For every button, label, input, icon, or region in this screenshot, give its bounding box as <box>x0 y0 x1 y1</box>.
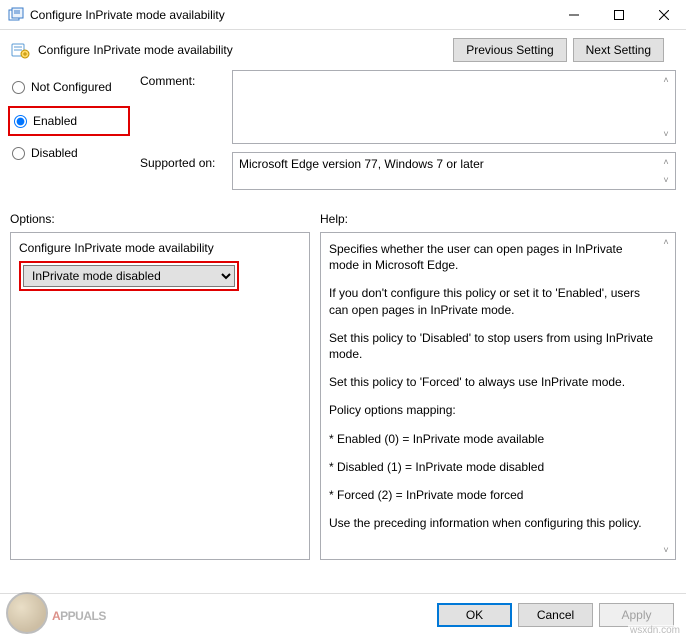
help-text: * Enabled (0) = InPrivate mode available <box>329 431 655 447</box>
apply-button[interactable]: Apply <box>599 603 674 627</box>
radio-disabled-input[interactable] <box>12 147 25 160</box>
inprivate-mode-select[interactable]: InPrivate mode disabled <box>23 265 235 287</box>
radio-enabled-input[interactable] <box>14 115 27 128</box>
scroll-up-icon[interactable]: ˄ <box>658 72 674 88</box>
help-text: If you don't configure this policy or se… <box>329 285 655 317</box>
watermark-avatar <box>6 592 48 634</box>
radio-label: Disabled <box>31 146 78 160</box>
help-text: Use the preceding information when confi… <box>329 515 655 531</box>
radio-not-configured-input[interactable] <box>12 81 25 94</box>
cancel-button[interactable]: Cancel <box>518 603 593 627</box>
scroll-up-icon[interactable]: ˄ <box>658 154 674 170</box>
source-attribution: wsxdn.com <box>628 625 682 636</box>
help-text: Policy options mapping: <box>329 402 655 418</box>
supported-on-box: Microsoft Edge version 77, Windows 7 or … <box>232 152 676 190</box>
help-text: * Forced (2) = InPrivate mode forced <box>329 487 655 503</box>
watermark-brand: APPUALS <box>52 600 106 626</box>
comment-label: Comment: <box>140 70 224 144</box>
maximize-button[interactable] <box>596 0 641 29</box>
options-panel: Configure InPrivate mode availability In… <box>10 232 310 560</box>
radio-enabled[interactable]: Enabled <box>12 110 126 132</box>
highlight-enabled: Enabled <box>8 106 130 136</box>
help-text: Specifies whether the user can open page… <box>329 241 655 273</box>
window-controls <box>551 0 686 29</box>
watermark: APPUALS <box>6 592 106 634</box>
radio-label: Not Configured <box>31 80 112 94</box>
bottom-bar: APPUALS OK Cancel Apply <box>0 593 686 636</box>
window-title: Configure InPrivate mode availability <box>30 8 551 22</box>
radio-disabled[interactable]: Disabled <box>10 142 130 164</box>
scroll-down-icon[interactable]: ˅ <box>658 542 674 558</box>
nav-buttons: Previous Setting Next Setting <box>453 38 676 62</box>
supported-label: Supported on: <box>140 152 224 190</box>
help-panel: Specifies whether the user can open page… <box>320 232 676 560</box>
subheader-title: Configure InPrivate mode availability <box>38 43 233 57</box>
help-text: Set this policy to 'Forced' to always us… <box>329 374 655 390</box>
options-section-label: Options: <box>10 212 310 226</box>
minimize-button[interactable] <box>551 0 596 29</box>
scroll-up-icon[interactable]: ˄ <box>658 234 674 250</box>
scroll-down-icon[interactable]: ˅ <box>658 126 674 142</box>
radio-label: Enabled <box>33 114 77 128</box>
fields-column: Comment: ˄ ˅ Supported on: Microsoft Edg… <box>140 70 676 198</box>
help-text: Set this policy to 'Disabled' to stop us… <box>329 330 655 362</box>
previous-setting-button[interactable]: Previous Setting <box>453 38 566 62</box>
radio-not-configured[interactable]: Not Configured <box>10 76 130 98</box>
policy-icon <box>10 40 30 60</box>
subheader: Configure InPrivate mode availability Pr… <box>0 30 686 66</box>
help-section-label: Help: <box>320 212 676 226</box>
options-header: Configure InPrivate mode availability <box>19 241 301 255</box>
close-button[interactable] <box>641 0 686 29</box>
ok-button[interactable]: OK <box>437 603 512 627</box>
help-text: * Disabled (1) = InPrivate mode disabled <box>329 459 655 475</box>
supported-on-text: Microsoft Edge version 77, Windows 7 or … <box>239 157 484 171</box>
app-icon <box>8 7 24 23</box>
scroll-down-icon[interactable]: ˅ <box>658 172 674 188</box>
highlight-dropdown: InPrivate mode disabled <box>19 261 239 291</box>
titlebar: Configure InPrivate mode availability <box>0 0 686 30</box>
next-setting-button[interactable]: Next Setting <box>573 38 664 62</box>
comment-textarea[interactable]: ˄ ˅ <box>232 70 676 144</box>
state-radios: Not Configured Enabled Disabled <box>10 70 130 198</box>
